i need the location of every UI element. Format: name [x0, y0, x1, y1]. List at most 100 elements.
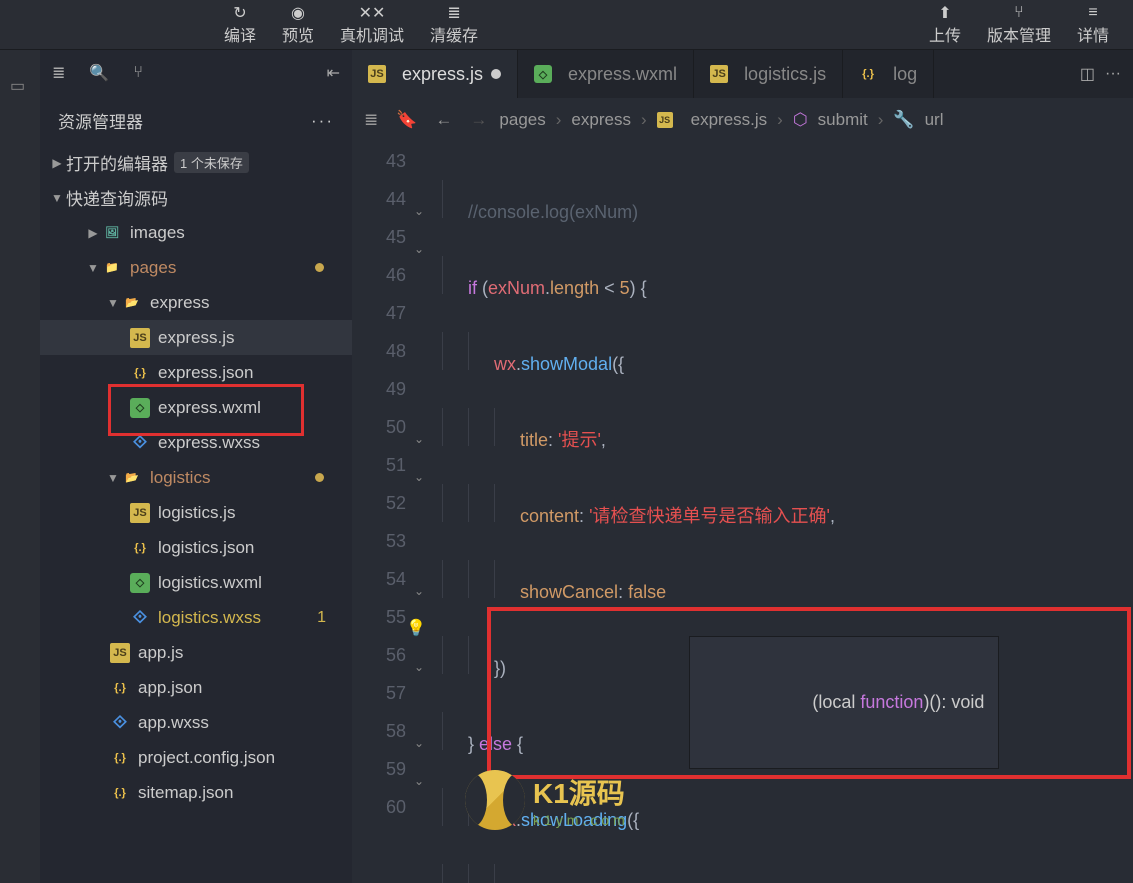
warning-count: 1: [317, 609, 326, 627]
line-number: 53: [352, 522, 406, 560]
tree-file-logistics-wxss[interactable]: ⟐ logistics.wxss 1: [40, 600, 352, 635]
wxml-icon: ◇: [130, 398, 150, 418]
list-icon[interactable]: ≣: [364, 110, 378, 130]
tooltip-text: (local: [812, 692, 860, 712]
back-icon[interactable]: ←: [435, 110, 452, 130]
tree-file-logistics-json[interactable]: {.} logistics.json: [40, 530, 352, 565]
editor-area: JS express.js ◇ express.wxml JS logistic…: [352, 50, 1133, 883]
tab-express-js[interactable]: JS express.js: [352, 50, 518, 98]
code-editor[interactable]: 43 44⌄ 45⌄ 46 47 48 49 50⌄ 51⌄ 52 53 54⌄…: [352, 142, 1133, 883]
line-number: 55: [352, 598, 406, 636]
preview-button[interactable]: ◉ 预览: [270, 2, 326, 48]
sidebar-title-text: 资源管理器: [58, 108, 143, 133]
tree-file-app-js[interactable]: JS app.js: [40, 635, 352, 670]
tree-file-express-wxml[interactable]: ◇ express.wxml: [40, 390, 352, 425]
tab-label: log: [893, 64, 917, 85]
line-number: 59⌄: [352, 750, 406, 788]
cube-icon: ⬡: [793, 110, 808, 130]
code-body[interactable]: //console.log(exNum) if (exNum.length < …: [414, 142, 1133, 883]
tree-file-app-json[interactable]: {.} app.json: [40, 670, 352, 705]
lightbulb-icon[interactable]: 💡: [406, 610, 426, 648]
line-number: 57: [352, 674, 406, 712]
upload-button[interactable]: ⬆ 上传: [917, 2, 973, 48]
compile-button[interactable]: ↻ 编译: [212, 2, 268, 48]
tree-file-logistics-js[interactable]: JS logistics.js: [40, 495, 352, 530]
tree-folder-logistics[interactable]: ▼ 📂 logistics: [40, 460, 352, 495]
crumb-file[interactable]: express.js: [691, 110, 768, 130]
tab-express-wxml[interactable]: ◇ express.wxml: [518, 50, 694, 98]
sidebar-title: 资源管理器 ···: [40, 96, 352, 145]
tree-folder-pages[interactable]: ▼ 📁 pages: [40, 250, 352, 285]
more-icon[interactable]: ···: [311, 111, 334, 131]
collapse-icon[interactable]: ⇤: [327, 63, 340, 83]
tree-file-logistics-wxml[interactable]: ◇ logistics.wxml: [40, 565, 352, 600]
version-button[interactable]: ⑂ 版本管理: [975, 2, 1063, 48]
tree-label: logistics: [150, 468, 210, 488]
json-icon: {.}: [110, 748, 130, 768]
line-number: 48: [352, 332, 406, 370]
git-icon[interactable]: ⑂: [133, 64, 143, 82]
compile-label: 编译: [224, 22, 256, 46]
tree-file-express-json[interactable]: {.} express.json: [40, 355, 352, 390]
js-icon: JS: [710, 65, 728, 83]
tree-label: project.config.json: [138, 748, 275, 768]
tab-logistics-partial[interactable]: {.} log: [843, 50, 934, 98]
list-icon[interactable]: ≣: [52, 63, 65, 83]
modified-dot-icon[interactable]: [491, 69, 501, 79]
project-root-label: 快递查询源码: [66, 185, 168, 210]
tree-label: logistics.wxss: [158, 608, 261, 628]
project-root[interactable]: ▼ 快递查询源码: [40, 180, 352, 215]
tree-folder-images[interactable]: ▶ 🖼 images: [40, 215, 352, 250]
stack-icon: ≣: [441, 4, 467, 22]
line-number: 47: [352, 294, 406, 332]
tab-label: express.wxml: [568, 64, 677, 85]
sidebar-icon-bar: ≣ 🔍 ⑂ ⇤: [40, 50, 352, 96]
tree-label: logistics.js: [158, 503, 235, 523]
crumb-url[interactable]: url: [925, 110, 944, 130]
json-icon: {.}: [859, 65, 877, 83]
tree-file-sitemap[interactable]: {.} sitemap.json: [40, 775, 352, 810]
line-number: 44⌄: [352, 180, 406, 218]
debug-button[interactable]: ✕✕ 真机调试: [328, 2, 416, 48]
tooltip-keyword: function: [860, 692, 923, 712]
tree-label: logistics.json: [158, 538, 254, 558]
open-editors-section[interactable]: ▶ 打开的编辑器 1 个未保存: [40, 145, 352, 180]
tab-logistics-js[interactable]: JS logistics.js: [694, 50, 843, 98]
gutter: 43 44⌄ 45⌄ 46 47 48 49 50⌄ 51⌄ 52 53 54⌄…: [352, 142, 414, 883]
details-button[interactable]: ≡ 详情: [1065, 2, 1121, 48]
open-editors-label: 打开的编辑器: [66, 150, 168, 175]
json-icon: {.}: [110, 678, 130, 698]
split-icon[interactable]: ◫: [1080, 64, 1095, 84]
line-number: 56⌄: [352, 636, 406, 674]
line-number: 43: [352, 142, 406, 180]
json-icon: {.}: [130, 538, 150, 558]
tree-label: sitemap.json: [138, 783, 233, 803]
refresh-icon: ↻: [227, 4, 253, 22]
code-comment: //console.log(exNum): [468, 202, 638, 222]
wxml-icon: ◇: [130, 573, 150, 593]
breadcrumbs[interactable]: pages › express › JS express.js › ⬡ subm…: [499, 110, 943, 130]
eye-icon: ◉: [285, 4, 311, 22]
crumb-express[interactable]: express: [571, 110, 631, 130]
tree-file-express-wxss[interactable]: ⟐ express.wxss: [40, 425, 352, 460]
tree-label: express.wxml: [158, 398, 261, 418]
tree-file-app-wxss[interactable]: ⟐ app.wxss: [40, 705, 352, 740]
clear-cache-button[interactable]: ≣ 清缓存: [418, 2, 490, 48]
bookmark-icon[interactable]: 🔖: [396, 110, 417, 130]
tree-folder-express[interactable]: ▼ 📂 express: [40, 285, 352, 320]
crumb-submit[interactable]: submit: [818, 110, 868, 130]
search-icon[interactable]: 🔍: [89, 63, 109, 83]
line-number: 45⌄: [352, 218, 406, 256]
breadcrumb-bar: ≣ 🔖 ← → pages › express › JS express.js …: [352, 98, 1133, 142]
debug-icon: ✕✕: [359, 4, 385, 22]
crumb-pages[interactable]: pages: [499, 110, 545, 130]
more-icon[interactable]: ···: [1105, 65, 1121, 83]
json-icon: {.}: [130, 363, 150, 383]
tooltip-text: )(): void: [923, 692, 984, 712]
panel-icon[interactable]: ▭: [0, 70, 40, 102]
json-icon: {.}: [110, 783, 130, 803]
details-label: 详情: [1077, 22, 1109, 46]
tree-file-project-config[interactable]: {.} project.config.json: [40, 740, 352, 775]
tree-file-express-js[interactable]: JS express.js: [40, 320, 352, 355]
tree-label: express: [150, 293, 210, 313]
